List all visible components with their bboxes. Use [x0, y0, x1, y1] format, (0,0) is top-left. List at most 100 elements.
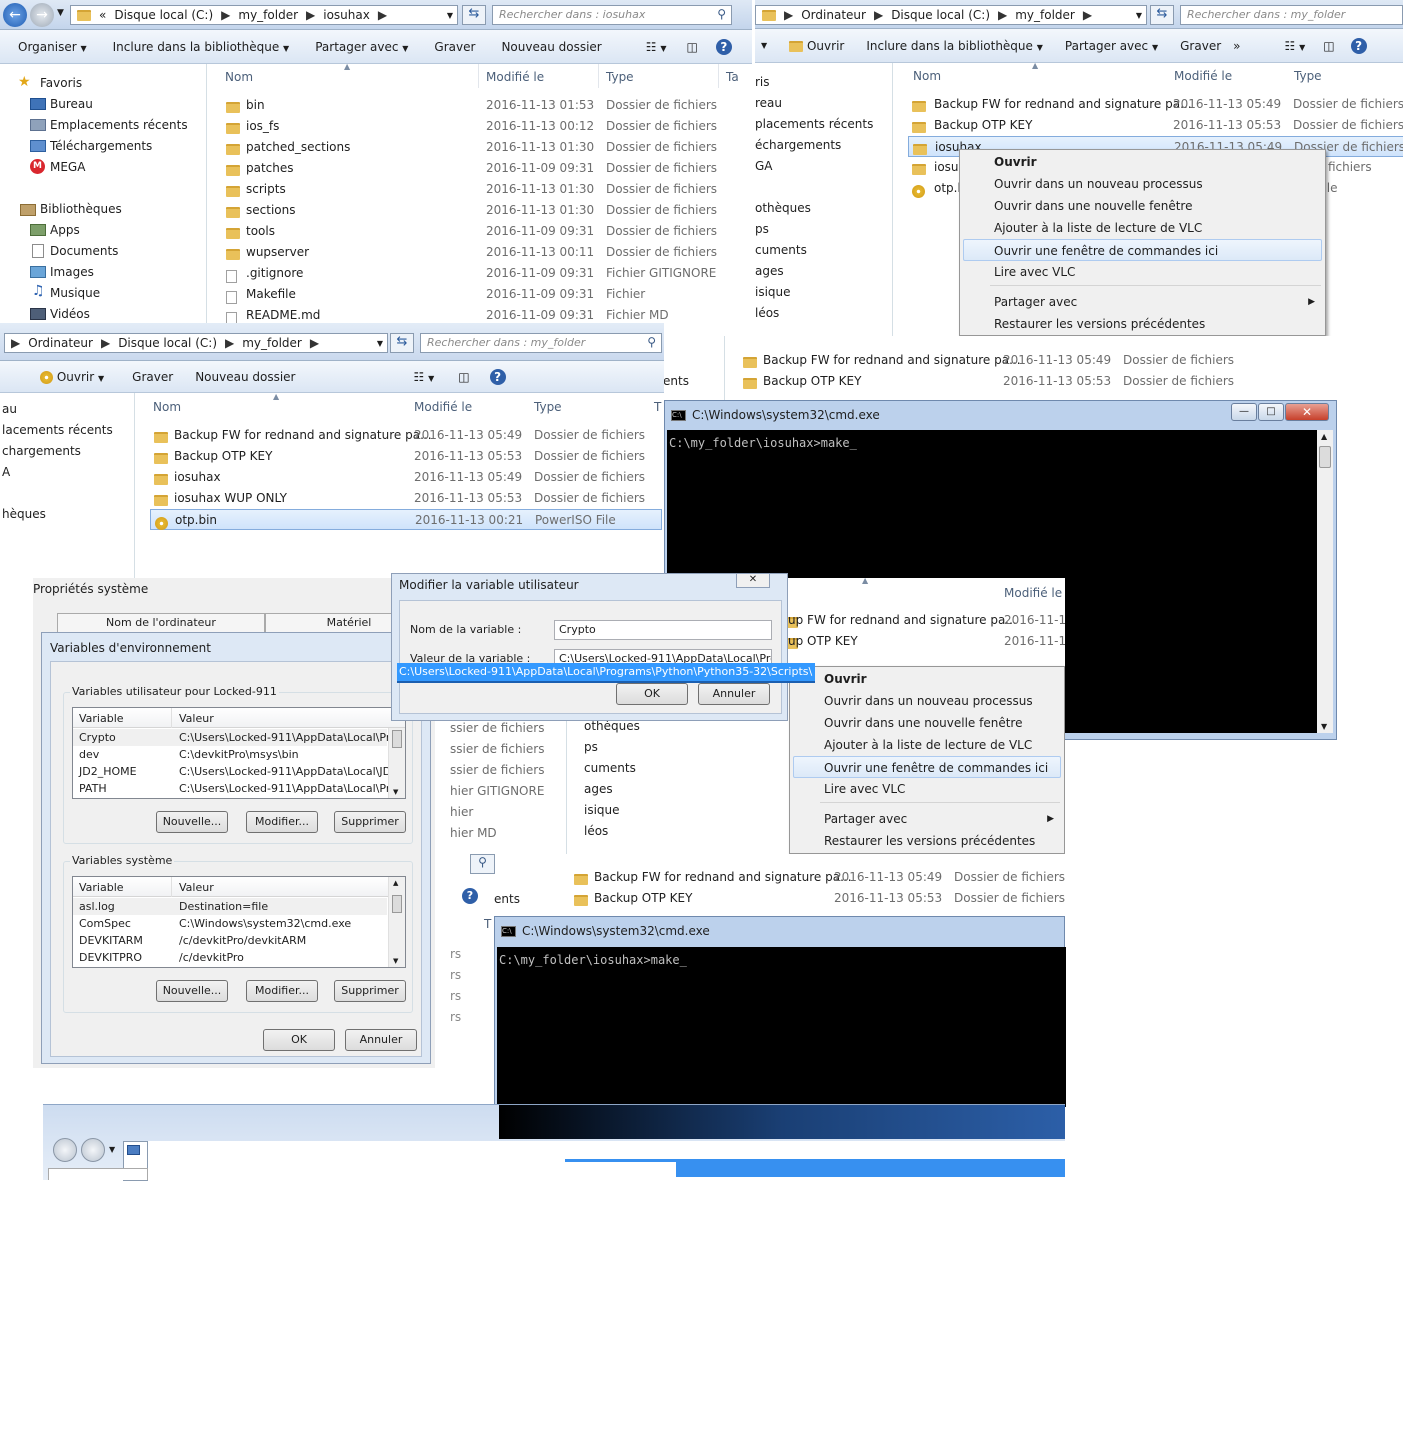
file-row[interactable]: Backup FW for rednand and signature pa..… — [570, 867, 1065, 888]
chevron-right-icon[interactable]: ▶ — [378, 8, 387, 22]
breadcrumb-item[interactable]: Ordinateur — [28, 336, 93, 350]
scroll-thumb[interactable] — [392, 730, 402, 748]
chevron-right-icon[interactable]: ▶ — [221, 8, 230, 22]
menu-item-open-new-process[interactable]: Ouvrir dans un nouveau processus — [790, 690, 1064, 712]
open-button[interactable]: Ouvrir ▼ — [40, 370, 104, 384]
search-input[interactable]: Rechercher dans : iosuhax ⚲ — [492, 5, 732, 25]
share-with-button[interactable]: Partager avec ▼ — [1065, 39, 1158, 53]
nav-item[interactable]: ps — [755, 222, 769, 236]
ok-button[interactable]: OK — [616, 683, 688, 705]
column-header-value[interactable]: Valeur — [179, 881, 214, 894]
back-button[interactable] — [53, 1138, 77, 1162]
file-row[interactable]: Backup OTP KEY 2016-11-13 05:53 Dossier de… — [570, 888, 1065, 909]
close-button[interactable]: ✕ — [1285, 403, 1329, 421]
scroll-thumb[interactable] — [392, 895, 402, 913]
burn-button[interactable]: Graver — [132, 370, 173, 384]
column-header-name[interactable]: Nom — [225, 70, 253, 94]
nav-item[interactable]: ris — [755, 75, 770, 89]
vertical-scrollbar[interactable]: ▲ ▼ — [1317, 430, 1333, 733]
breadcrumb-item[interactable]: iosuhax — [323, 8, 370, 22]
nav-downloads[interactable]: Téléchargements — [50, 139, 152, 153]
edit-system-variable-button[interactable]: Modifier... — [246, 980, 318, 1002]
forward-button[interactable] — [81, 1138, 105, 1162]
column-header-type[interactable]: Type — [1294, 69, 1322, 93]
menu-item-vlc-playlist[interactable]: Ajouter à la liste de lecture de VLC — [960, 217, 1325, 239]
burn-button[interactable]: Graver — [434, 40, 475, 54]
view-options-icon[interactable]: ☷ ▼ — [413, 370, 434, 384]
chevron-right-icon[interactable]: ▶ — [306, 8, 315, 22]
breadcrumb-item[interactable]: Disque local (C:) — [114, 8, 213, 22]
search-icon[interactable]: ⚲ — [470, 854, 495, 874]
column-header-type[interactable]: Type — [534, 400, 562, 424]
chevron-right-icon[interactable]: ▶ — [1083, 8, 1092, 22]
file-row[interactable]: ios_fs 2016-11-13 00:12 Dossier de fichier… — [222, 116, 742, 137]
menu-item-play-vlc[interactable]: Lire avec VLC — [790, 778, 1064, 800]
menu-item-open[interactable]: Ouvrir — [960, 151, 1325, 173]
column-header-value[interactable]: Valeur — [179, 712, 214, 725]
nav-item[interactable]: placements récents — [755, 117, 873, 131]
help-icon[interactable]: ? — [462, 888, 478, 904]
column-header-variable[interactable]: Variable — [79, 712, 124, 725]
refresh-icon[interactable]: ⇆ — [390, 333, 414, 353]
scroll-up-icon[interactable]: ▲ — [1321, 432, 1327, 441]
scroll-up-icon[interactable]: ▲ — [393, 879, 398, 887]
menu-item-play-vlc[interactable]: Lire avec VLC — [960, 261, 1325, 283]
chevron-right-icon[interactable]: ▶ — [784, 8, 793, 22]
scroll-down-icon[interactable]: ▼ — [1321, 722, 1327, 731]
breadcrumb-item[interactable]: my_folder — [238, 8, 298, 22]
search-icon[interactable]: ⚲ — [717, 7, 726, 21]
variable-row[interactable]: Crypto C:\Users\Locked-911\AppData\Local\… — [73, 729, 400, 746]
file-row[interactable]: Backup FW for rednand and signature pa..… — [908, 94, 1403, 115]
view-options-icon[interactable]: ☷ ▼ — [1284, 39, 1305, 53]
scroll-thumb[interactable] — [1319, 446, 1331, 468]
file-row[interactable]: otp.bin 2016-11-13 00:21 PowerISO File — [150, 509, 662, 530]
variable-row[interactable]: DEVKITPRO/c/devkitPro — [73, 949, 387, 966]
column-header-extra[interactable]: T — [654, 400, 661, 424]
view-options-icon[interactable]: ☷ ▼ — [646, 40, 667, 54]
variable-name-input[interactable]: Crypto — [554, 620, 772, 640]
chevron-down-icon[interactable]: ▼ — [447, 11, 453, 20]
menu-item-open-new-process[interactable]: Ouvrir dans un nouveau processus — [960, 173, 1325, 195]
menu-item-open-command-window[interactable]: Ouvrir une fenêtre de commandes ici — [963, 239, 1322, 261]
dropdown-arrow-icon[interactable]: ▼ — [761, 41, 767, 50]
file-row[interactable]: patches 2016-11-09 09:31 Dossier de fichie… — [222, 158, 742, 179]
nav-images[interactable]: Images — [50, 265, 94, 279]
column-header-modified[interactable]: Modifié le — [1174, 69, 1232, 93]
search-icon[interactable]: ⚲ — [647, 335, 656, 349]
minimize-button[interactable]: — — [1231, 403, 1257, 421]
title-bar[interactable]: C:\ C:\Windows\system32\cmd.exe — [495, 917, 1064, 945]
new-folder-button[interactable]: Nouveau dossier — [501, 40, 601, 54]
help-icon[interactable]: ? — [715, 38, 732, 55]
maximize-button[interactable]: □ — [1258, 403, 1284, 421]
history-dropdown-icon[interactable]: ▼ — [109, 1145, 115, 1154]
menu-item-open[interactable]: Ouvrir — [790, 668, 1064, 690]
scroll-down-icon[interactable]: ▼ — [393, 788, 398, 796]
menu-item-open-command-window[interactable]: Ouvrir une fenêtre de commandes ici — [793, 756, 1061, 778]
user-variables-list[interactable]: Variable Valeur Crypto C:\Users\Locked-91… — [72, 707, 406, 799]
nav-item[interactable]: hèques — [2, 507, 46, 521]
nav-item[interactable]: isique — [755, 285, 791, 299]
column-header-name[interactable]: Nom — [153, 400, 181, 424]
include-library-button[interactable]: Inclure dans la bibliothèque ▼ — [113, 40, 290, 54]
new-system-variable-button[interactable]: Nouvelle... — [156, 980, 228, 1002]
nav-favorites[interactable]: Favoris — [40, 76, 82, 90]
nav-documents[interactable]: Documents — [50, 244, 118, 258]
file-row[interactable]: patched_sections 2016-11-13 01:30 Dossier … — [222, 137, 742, 158]
nav-recent[interactable]: Emplacements récents — [50, 118, 188, 132]
burn-button[interactable]: Graver — [1180, 39, 1221, 53]
close-icon[interactable]: ✕ — [736, 574, 770, 588]
breadcrumb-item[interactable]: Ordinateur — [801, 8, 866, 22]
search-input[interactable]: Rechercher dans : my_folder — [1180, 5, 1403, 25]
file-row[interactable]: Backup FW for rednand and signature pa..… — [739, 350, 1253, 371]
delete-system-variable-button[interactable]: Supprimer — [334, 980, 406, 1002]
file-row[interactable]: sections 2016-11-13 01:30 Dossier de fichi… — [222, 200, 742, 221]
refresh-icon[interactable]: ⇆ — [1150, 5, 1174, 25]
chevron-down-icon[interactable]: ▼ — [1136, 11, 1142, 20]
nav-music[interactable]: Musique — [50, 286, 100, 300]
variable-row[interactable]: asl.log Destination=file — [73, 898, 387, 915]
nav-videos[interactable]: Vidéos — [50, 307, 90, 321]
vertical-scrollbar[interactable]: ▲ ▼ — [388, 877, 405, 967]
forward-button[interactable]: → — [30, 3, 54, 27]
open-button[interactable]: Ouvrir — [789, 39, 844, 53]
menu-item-vlc-playlist[interactable]: Ajouter à la liste de lecture de VLC — [790, 734, 1064, 756]
